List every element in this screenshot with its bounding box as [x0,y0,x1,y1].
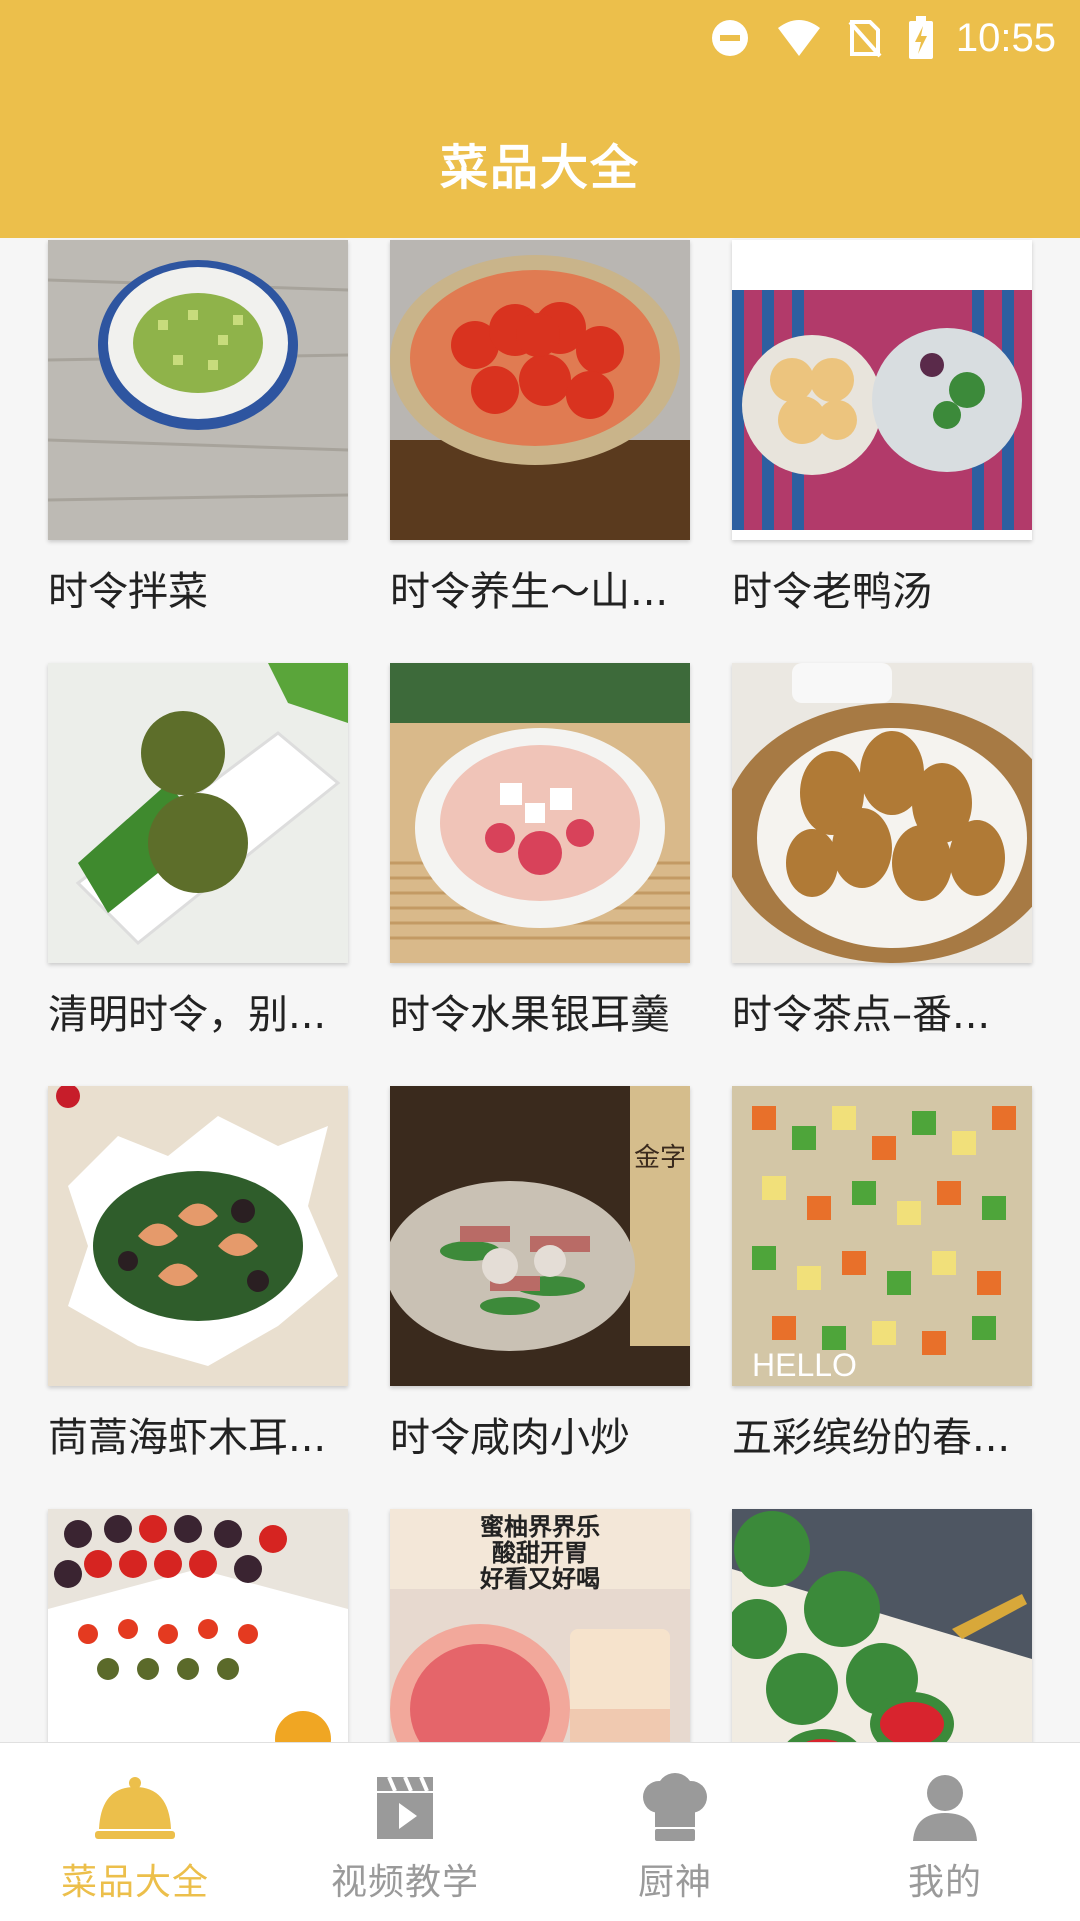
status-bar: 10:55 [680,0,1080,76]
dish-image[interactable]: HELLO [732,1086,1032,1386]
dish-card[interactable]: 茼蒿海虾木耳... [48,1086,348,1462]
dish-name[interactable]: 时令咸肉小炒 [390,1414,690,1462]
dish-name[interactable]: 时令茶点–番... [732,991,1032,1039]
dish-card[interactable]: HELLO 五彩缤纷的春... [732,1086,1032,1462]
dish-card[interactable]: 清明时令，别... [48,663,348,1039]
dish-name[interactable]: 时令拌菜 [48,568,348,616]
dish-name[interactable]: 茼蒿海虾木耳... [48,1414,348,1462]
tab-profile[interactable]: 我的 [810,1743,1080,1921]
dish-name[interactable]: 五彩缤纷的春... [732,1414,1032,1462]
page-title: 菜品大全 [439,140,640,196]
dish-image[interactable] [390,240,690,540]
dish-card[interactable] [48,1509,348,1742]
dish-image[interactable] [390,663,690,963]
tab-chef[interactable]: 厨神 [540,1743,810,1921]
cloche-icon [95,1777,175,1839]
image-caption: 好看又好喝 [479,1565,600,1593]
dish-image[interactable] [48,663,348,963]
image-label: 金字 [634,1143,686,1173]
dish-card[interactable]: 时令拌菜 [48,240,348,616]
dish-name[interactable]: 时令养生～山... [390,568,690,616]
dish-card[interactable] [732,1509,1032,1742]
tab-label: 菜品大全 [60,1862,209,1903]
chef-hat-icon [643,1773,707,1841]
dish-image[interactable] [48,1509,348,1742]
dish-grid[interactable]: 时令拌菜 时令养生～山... 时令老鸭汤 清明时令，别... 时令水果银耳羹 时… [0,238,1080,1742]
image-caption: 酸甜开胃 [492,1539,588,1567]
dish-name[interactable]: 时令水果银耳羹 [390,991,690,1039]
do-not-disturb-icon [711,20,748,56]
bottom-navigation: 菜品大全 视频教学 厨神 我的 [0,1742,1080,1921]
wifi-icon [777,20,820,56]
person-icon [913,1775,977,1841]
dish-card[interactable]: 时令水果银耳羹 [390,663,690,1039]
dish-image[interactable] [732,1509,1032,1742]
tab-label: 我的 [907,1862,982,1903]
tab-dishes[interactable]: 菜品大全 [0,1743,270,1921]
image-caption: 蜜柚界界乐 [480,1513,600,1541]
dish-card[interactable]: 蜜柚界界乐 酸甜开胃 好看又好喝 [390,1509,690,1742]
dish-name[interactable]: 清明时令，别... [48,991,348,1039]
dish-card[interactable]: 时令老鸭汤 [732,240,1032,616]
dish-card[interactable]: 时令养生～山... [390,240,690,616]
tab-label: 视频教学 [330,1862,479,1903]
dish-image[interactable] [48,240,348,540]
battery-charging-icon [908,16,933,59]
dish-image[interactable] [732,240,1032,540]
status-time: 10:55 [955,15,1056,60]
tab-video-tutorials[interactable]: 视频教学 [270,1743,540,1921]
dish-image[interactable]: 蜜柚界界乐 酸甜开胃 好看又好喝 [390,1509,690,1742]
image-watermark: HELLO [752,1347,857,1383]
dish-card[interactable]: 时令茶点–番... [732,663,1032,1039]
dish-image[interactable]: 金字 [390,1086,690,1386]
dish-image[interactable] [48,1086,348,1386]
tab-label: 厨神 [637,1862,712,1903]
dish-image[interactable] [732,663,1032,963]
app-header: 10:55 菜品大全 [0,0,1080,238]
dish-card[interactable]: 金字 时令咸肉小炒 [390,1086,690,1462]
video-icon [377,1776,433,1839]
dish-name[interactable]: 时令老鸭汤 [732,568,1032,616]
no-sim-icon [848,20,882,58]
